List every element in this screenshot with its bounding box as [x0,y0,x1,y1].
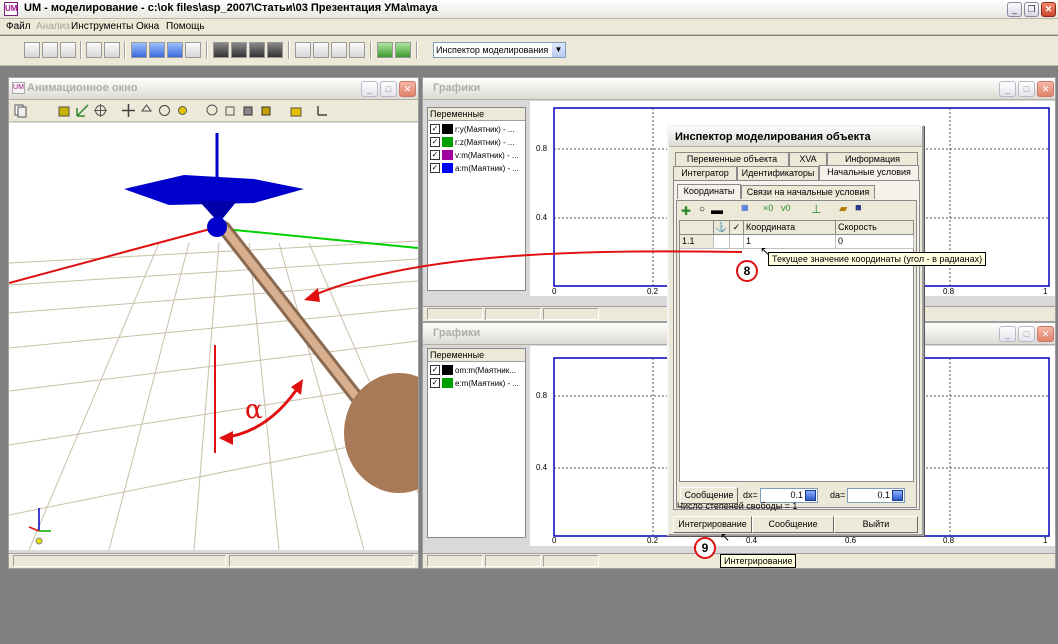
cursor-icon: ↖ [760,244,771,258]
integrate-tooltip: Интегрирование [720,554,797,568]
coordinate-tooltip: Текущее значение координаты (угол - в ра… [768,252,987,266]
cursor-icon: ↖ [720,530,731,544]
mdi-background [0,570,1058,644]
callout-badge-8: 8 [736,260,758,282]
annotation-arrow [311,250,743,297]
callout-badge-9: 9 [694,537,716,559]
annotation-arrows [304,250,743,302]
